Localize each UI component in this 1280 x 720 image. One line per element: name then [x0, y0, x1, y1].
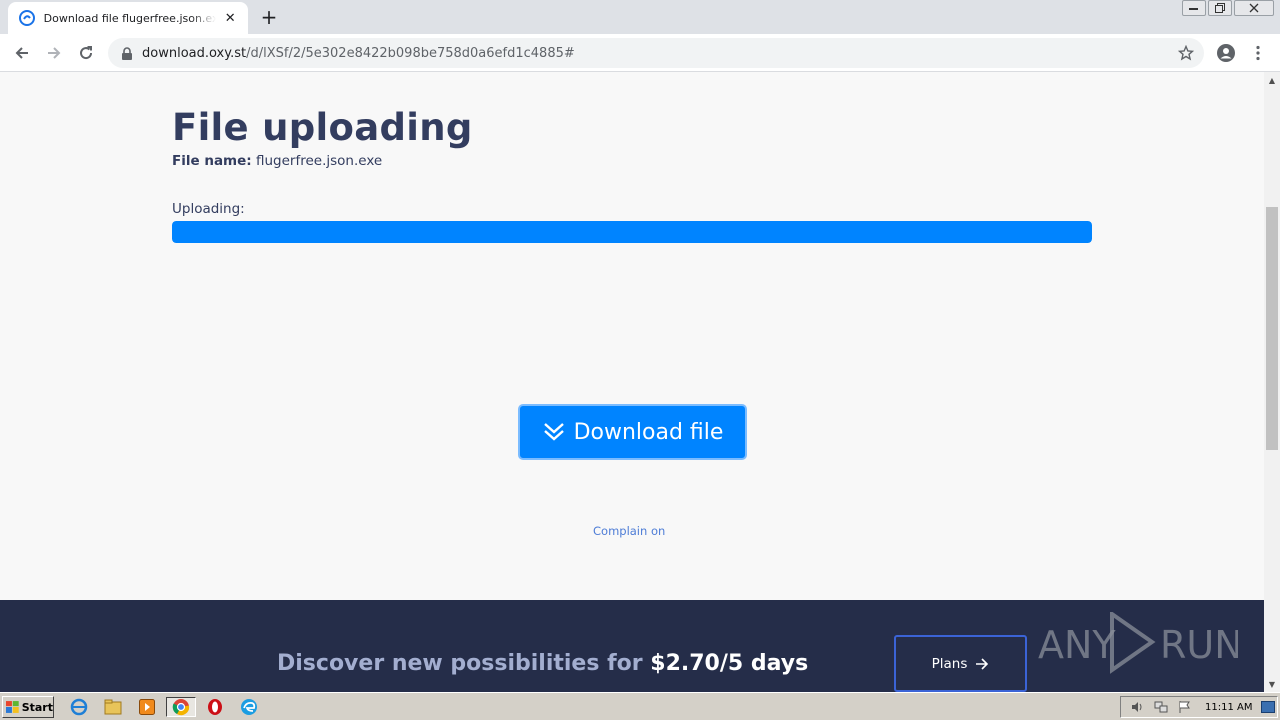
- reload-icon: [80, 46, 93, 60]
- address-bar[interactable]: download.oxy.st/d/lXSf/2/5e302e8422b098b…: [108, 38, 1204, 68]
- uploading-label: Uploading:: [172, 201, 245, 217]
- scroll-thumb[interactable]: [1266, 207, 1278, 450]
- windows-taskbar: Start 11:11 AM: [0, 692, 1280, 720]
- media-player-icon[interactable]: [136, 697, 158, 717]
- browser-toolbar: download.oxy.st/d/lXSf/2/5e302e8422b098b…: [0, 34, 1280, 72]
- kebab-menu-icon: [1256, 45, 1260, 61]
- start-label: Start: [21, 700, 53, 714]
- network-icon[interactable]: [1153, 699, 1169, 715]
- system-tray: 11:11 AM: [1120, 696, 1278, 718]
- file-name-label: File name:: [172, 153, 252, 169]
- lock-icon[interactable]: [120, 46, 134, 60]
- complain-link[interactable]: Complain on: [593, 524, 665, 538]
- star-icon[interactable]: [1177, 44, 1195, 61]
- internet-explorer-icon[interactable]: [68, 697, 90, 717]
- back-button[interactable]: [8, 39, 36, 67]
- account-icon: [1217, 44, 1235, 62]
- watermark-text-any: ANY: [1038, 623, 1116, 667]
- page-content: File uploading File name: flugerfree.jso…: [0, 72, 1264, 600]
- browser-tab-strip: Download file flugerfree.json.exe on ✕ +: [0, 0, 1280, 34]
- show-desktop-icon[interactable]: [1260, 699, 1276, 715]
- double-chevron-down-icon: [543, 423, 564, 441]
- file-name-row: File name: flugerfree.json.exe: [172, 153, 382, 169]
- browser-menu-button[interactable]: [1244, 39, 1272, 67]
- tab-close-icon[interactable]: ✕: [222, 10, 238, 26]
- edge-icon[interactable]: [238, 697, 260, 717]
- forward-arrow-icon: [48, 47, 61, 59]
- file-name-value: flugerfree.json.exe: [255, 153, 383, 169]
- watermark-text-run: RUN: [1160, 623, 1238, 667]
- page-title: File uploading: [172, 106, 473, 149]
- browser-tab-active[interactable]: Download file flugerfree.json.exe on ✕: [8, 2, 248, 34]
- chrome-taskbar-icon[interactable]: [166, 697, 196, 717]
- url-path: /d/lXSf/2/5e302e8422b098be758d0a6efd1c48…: [246, 45, 575, 61]
- start-button[interactable]: Start: [2, 696, 54, 718]
- close-window-button[interactable]: [1234, 0, 1274, 16]
- opera-icon[interactable]: [204, 697, 226, 717]
- promo-lead: Discover new possibilities for: [277, 651, 651, 676]
- new-tab-button[interactable]: +: [258, 5, 280, 29]
- restore-window-button[interactable]: [1208, 0, 1232, 16]
- action-center-flag-icon[interactable]: [1177, 699, 1193, 715]
- forward-button[interactable]: [40, 39, 68, 67]
- volume-icon[interactable]: [1129, 699, 1145, 715]
- page-scrollbar[interactable]: ▲ ▼: [1264, 72, 1280, 692]
- site-favicon-icon: [18, 9, 36, 27]
- plans-button-label: Plans: [931, 655, 968, 672]
- promo-price: $2.70/5 days: [650, 651, 809, 676]
- download-file-button[interactable]: Download file: [518, 404, 747, 460]
- reload-button[interactable]: [72, 39, 100, 67]
- back-arrow-icon: [15, 47, 28, 59]
- windows-flag-icon: [6, 701, 19, 713]
- download-file-label: Download file: [573, 419, 724, 445]
- promo-text: Discover new possibilities for $2.70/5 d…: [277, 651, 808, 676]
- account-button[interactable]: [1212, 39, 1240, 67]
- taskbar-clock[interactable]: 11:11 AM: [1205, 702, 1252, 713]
- url-text: download.oxy.st/d/lXSf/2/5e302e8422b098b…: [142, 46, 575, 61]
- scroll-down-arrow-icon[interactable]: ▼: [1264, 676, 1280, 692]
- url-host: download.oxy.st: [142, 45, 247, 61]
- window-controls: [1182, 0, 1274, 16]
- upload-progress-fill: [172, 221, 1092, 243]
- arrow-right-icon: [976, 657, 989, 670]
- plans-button[interactable]: Plans: [894, 635, 1027, 692]
- tab-title: Download file flugerfree.json.exe on: [43, 11, 217, 25]
- file-explorer-icon[interactable]: [102, 697, 124, 717]
- minimize-window-button[interactable]: [1182, 0, 1206, 16]
- anyrun-watermark-logo: ANY RUN: [1038, 612, 1238, 674]
- scroll-up-arrow-icon[interactable]: ▲: [1264, 72, 1280, 88]
- upload-progress-bar: [172, 221, 1092, 243]
